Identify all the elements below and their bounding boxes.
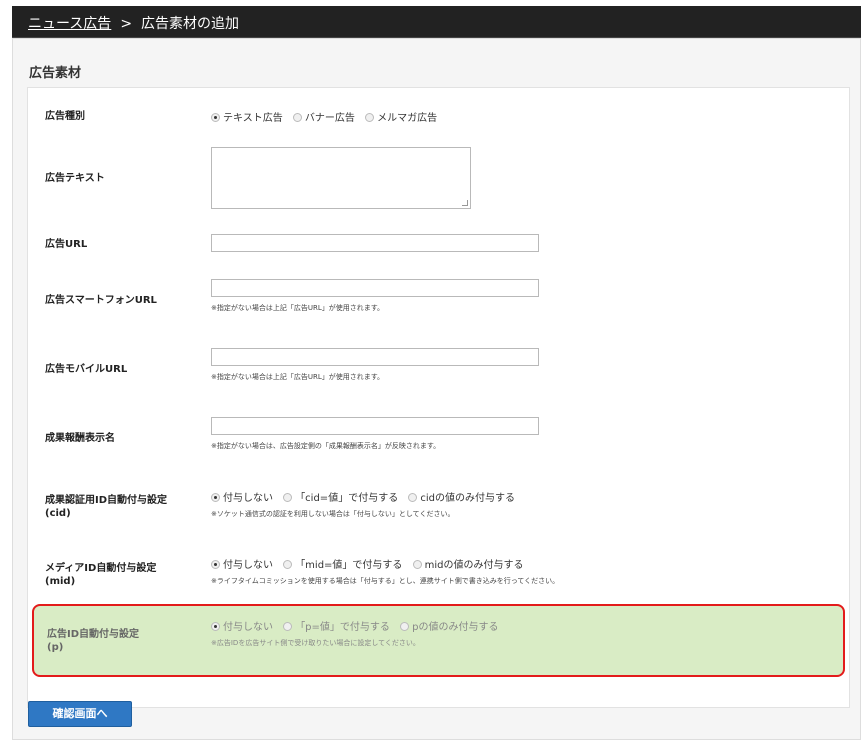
p-radio-none[interactable]: 付与しない <box>211 618 278 633</box>
row-ad-mobile-url: 広告モバイルURL ※指定がない場合は上記「広告URL」が使用されます。 <box>28 348 851 388</box>
ad-type-label: 広告種別 <box>45 111 85 122</box>
resize-grip-icon[interactable] <box>462 200 468 206</box>
radio-dot <box>283 622 293 631</box>
row-ad-url: 広告URL <box>28 234 851 254</box>
breadcrumb-current: 広告素材の追加 <box>141 16 240 32</box>
ad-sp-url-label: 広告スマートフォンURL <box>45 295 157 306</box>
radio-dot <box>211 113 220 122</box>
ad-url-input[interactable] <box>211 234 539 252</box>
reward-name-label: 成果報酬表示名 <box>45 433 115 444</box>
radio-dot <box>283 493 293 502</box>
p-setting-radio-group: 付与しない 「p=値」で付与する pの値のみ付与する ※広告IDを広告サイト側で… <box>211 618 505 648</box>
content-panel: 広告素材 広告種別 テキスト広告 バナー広告 メルマガ広告 広告テキスト 広告U… <box>12 38 861 740</box>
row-ad-type: 広告種別 テキスト広告 バナー広告 メルマガ広告 <box>28 106 851 126</box>
p-setting-label: 広告ID自動付与設定 (p) <box>47 629 140 653</box>
breadcrumb-parent-link[interactable]: ニュース広告 <box>28 16 111 32</box>
reward-name-input[interactable] <box>211 417 539 435</box>
ad-material-form: 広告種別 テキスト広告 バナー広告 メルマガ広告 広告テキスト 広告URL 広告… <box>27 87 850 708</box>
radio-dot <box>365 113 375 122</box>
ad-mobile-url-label: 広告モバイルURL <box>45 364 128 375</box>
p-radio-key-value[interactable]: 「p=値」で付与する <box>283 618 395 633</box>
row-cid-setting: 成果認証用ID自動付与設定 (cid) 付与しない 「cid=値」で付与する ci… <box>28 489 851 529</box>
ad-sp-url-input[interactable] <box>211 279 539 297</box>
ad-text-label: 広告テキスト <box>45 173 105 184</box>
cid-setting-label-sub: (cid) <box>45 508 71 519</box>
section-title: 広告素材 <box>29 66 82 81</box>
radio-dot <box>292 113 302 122</box>
p-setting-note: ※広告IDを広告サイト側で受け取りたい場合に設定してください。 <box>211 639 420 647</box>
mid-setting-note: ※ライフタイムコミッションを使用する場合は「付与する」とし、連携サイト側で書き込… <box>211 577 560 585</box>
mid-radio-none[interactable]: 付与しない <box>211 556 278 571</box>
mid-radio-value-only[interactable]: midの値のみ付与する <box>412 556 529 571</box>
ad-type-radio-banner[interactable]: バナー広告 <box>292 109 360 124</box>
reward-name-note: ※指定がない場合は、広告設定側の「成果報酬表示名」が反映されます。 <box>211 442 441 450</box>
radio-dot <box>211 560 220 569</box>
radio-dot <box>283 560 293 569</box>
radio-dot <box>412 560 422 569</box>
ad-sp-url-note: ※指定がない場合は上記「広告URL」が使用されます。 <box>211 304 385 312</box>
row-reward-name: 成果報酬表示名 ※指定がない場合は、広告設定側の「成果報酬表示名」が反映されます… <box>28 417 851 457</box>
header-bar: ニュース広告 > 広告素材の追加 <box>12 6 861 38</box>
cid-radio-value-only[interactable]: cidの値のみ付与する <box>408 489 520 504</box>
ad-mobile-url-note: ※指定がない場合は上記「広告URL」が使用されます。 <box>211 373 385 381</box>
radio-dot <box>211 493 220 502</box>
ad-type-radio-text[interactable]: テキスト広告 <box>211 109 288 124</box>
confirm-button[interactable]: 確認画面へ <box>28 701 132 727</box>
p-radio-value-only[interactable]: pの値のみ付与する <box>400 618 503 633</box>
row-p-setting-highlighted: 広告ID自動付与設定 (p) 付与しない 「p=値」で付与する pの値のみ付与する… <box>32 604 845 677</box>
p-setting-label-sub: (p) <box>47 642 64 653</box>
ad-mobile-url-input[interactable] <box>211 348 539 366</box>
ad-url-label: 広告URL <box>45 239 88 250</box>
breadcrumb: ニュース広告 > 広告素材の追加 <box>28 13 239 33</box>
row-ad-text: 広告テキスト <box>28 147 851 211</box>
cid-radio-none[interactable]: 付与しない <box>211 489 278 504</box>
breadcrumb-separator: > <box>120 16 133 32</box>
ad-type-radio-group: テキスト広告 バナー広告 メルマガ広告 <box>211 109 444 124</box>
mid-setting-label: メディアID自動付与設定 (mid) <box>45 563 157 587</box>
radio-dot <box>211 622 220 631</box>
row-ad-sp-url: 広告スマートフォンURL ※指定がない場合は上記「広告URL」が使用されます。 <box>28 279 851 319</box>
ad-type-radio-mail[interactable]: メルマガ広告 <box>365 109 442 124</box>
mid-setting-label-sub: (mid) <box>45 576 76 587</box>
radio-dot <box>408 493 418 502</box>
mid-radio-key-value[interactable]: 「mid=値」で付与する <box>283 556 407 571</box>
ad-text-textarea[interactable] <box>211 147 471 209</box>
cid-radio-key-value[interactable]: 「cid=値」で付与する <box>283 489 403 504</box>
cid-setting-note: ※ソケット通信式の認証を利用しない場合は「付与しない」としてください。 <box>211 510 455 518</box>
cid-setting-label: 成果認証用ID自動付与設定 (cid) <box>45 495 168 519</box>
row-mid-setting: メディアID自動付与設定 (mid) 付与しない 「mid=値」で付与する mid… <box>28 556 851 596</box>
radio-dot <box>400 622 410 631</box>
